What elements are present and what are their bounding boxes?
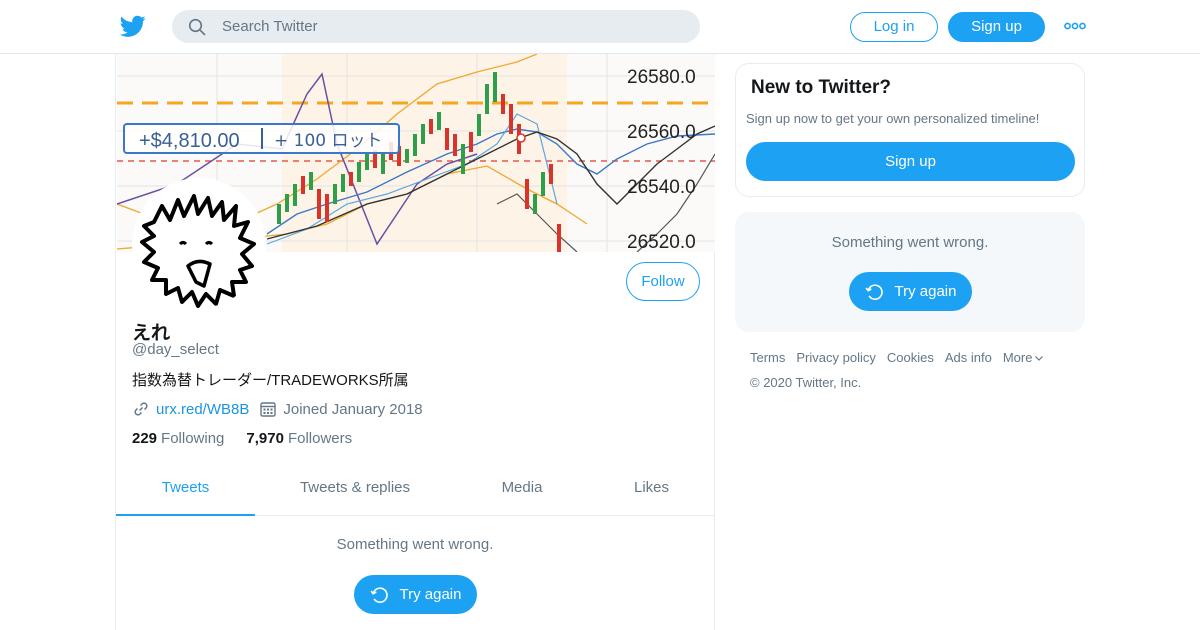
profile-stats: 229 Following 7,970 Followers (132, 430, 374, 447)
twitter-logo-icon[interactable] (120, 13, 146, 39)
following-label: Following (161, 430, 225, 447)
banner-price-label: 26560.0 (627, 122, 696, 143)
link-icon (134, 402, 148, 416)
sidebar-try-again-button[interactable]: Try again (849, 272, 972, 311)
profile-column: +$4,810.00 + 100 ロット 26580.0 26560.0 265… (115, 54, 715, 630)
refresh-icon (370, 586, 388, 603)
more-options-icon[interactable] (1064, 20, 1086, 32)
footer-copyright: © 2020 Twitter, Inc. (750, 375, 862, 390)
followers-count: 7,970 (246, 430, 284, 447)
avatar[interactable] (132, 178, 266, 312)
search-box[interactable] (172, 10, 700, 43)
timeline-error-message: Something went wrong. (336, 536, 494, 553)
tab-media[interactable]: Media (455, 468, 589, 516)
banner-pnl-text: +$4,810.00 (139, 130, 240, 152)
profile-joined-date: Joined January 2018 (283, 400, 423, 418)
tab-tweets-and-replies[interactable]: Tweets & replies (255, 468, 455, 516)
footer-link-cookies[interactable]: Cookies (887, 350, 934, 365)
profile-tabs: Tweets Tweets & replies Media Likes (116, 468, 714, 516)
footer-link-privacy[interactable]: Privacy policy (796, 350, 875, 365)
refresh-icon (865, 283, 883, 300)
login-button[interactable]: Log in (850, 12, 938, 42)
try-again-label: Try again (399, 586, 462, 603)
signup-button[interactable]: Sign up (948, 12, 1045, 42)
footer-link-ads-info[interactable]: Ads info (945, 350, 992, 365)
new-to-twitter-text: Sign up now to get your own personalized… (746, 111, 1040, 126)
footer: Terms Privacy policy Cookies Ads info Mo… (750, 350, 1044, 390)
following-count: 229 (132, 430, 158, 447)
banner-price-label: 26580.0 (627, 67, 696, 88)
followers-stat[interactable]: 7,970 Followers (246, 430, 352, 447)
new-to-twitter-card: New to Twitter? Sign up now to get your … (735, 63, 1085, 197)
banner-price-label: 26540.0 (627, 177, 696, 198)
search-icon (188, 18, 206, 36)
follow-button[interactable]: Follow (626, 262, 700, 301)
sidebar-signup-button[interactable]: Sign up (746, 142, 1075, 181)
following-stat[interactable]: 229 Following (132, 430, 224, 447)
try-again-label: Try again (894, 283, 957, 300)
profile-website-link[interactable]: urx.red/WB8B (156, 401, 249, 418)
avatar-drawing-image (136, 182, 262, 308)
chevron-down-icon[interactable] (1034, 353, 1044, 363)
footer-link-terms[interactable]: Terms (750, 350, 785, 365)
followers-label: Followers (287, 430, 353, 447)
banner-lot-text: + 100 ロット (274, 131, 383, 151)
profile-meta: urx.red/WB8B Joined January 2018 (132, 399, 423, 419)
profile-bio: 指数為替トレーダー/TRADEWORKS所属 (132, 372, 409, 389)
banner-price-label: 26520.0 (627, 232, 696, 252)
profile-handle: @day_select (132, 341, 219, 358)
timeline-try-again-button[interactable]: Try again (354, 575, 477, 614)
sidebar-error-message: Something went wrong. (831, 234, 989, 251)
tab-likes[interactable]: Likes (589, 468, 714, 516)
sidebar-error-card: Something went wrong. Try again (735, 212, 1085, 332)
footer-link-more[interactable]: More (1003, 350, 1033, 365)
tab-tweets[interactable]: Tweets (116, 468, 255, 516)
search-input[interactable] (222, 10, 682, 43)
top-bar: Log in Sign up (0, 0, 1200, 54)
new-to-twitter-title: New to Twitter? (751, 77, 892, 98)
calendar-icon (260, 402, 277, 417)
